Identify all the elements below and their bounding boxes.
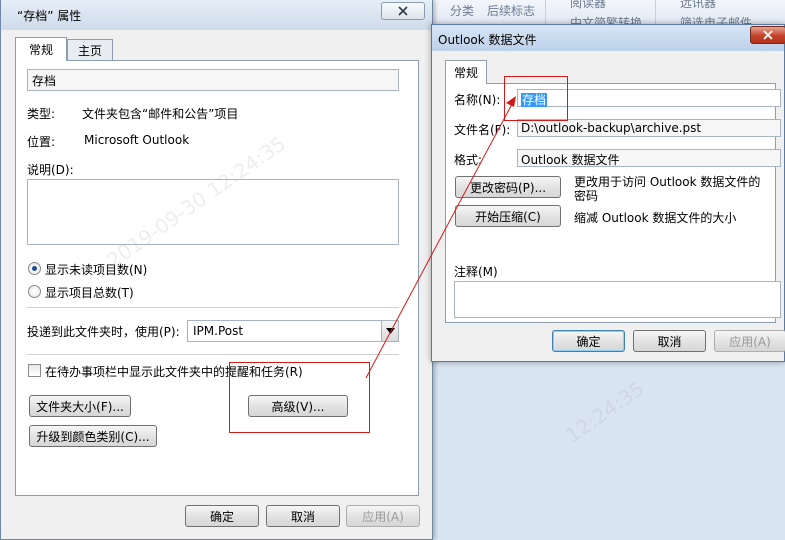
arrowhead-icon <box>506 96 516 107</box>
tab-label: 常规 <box>453 66 478 80</box>
annotation-arrow <box>365 96 516 379</box>
tab-general[interactable]: 常规 <box>15 37 67 61</box>
tab-general[interactable]: 常规 <box>445 60 487 84</box>
tab-label: 常规 <box>28 43 53 57</box>
